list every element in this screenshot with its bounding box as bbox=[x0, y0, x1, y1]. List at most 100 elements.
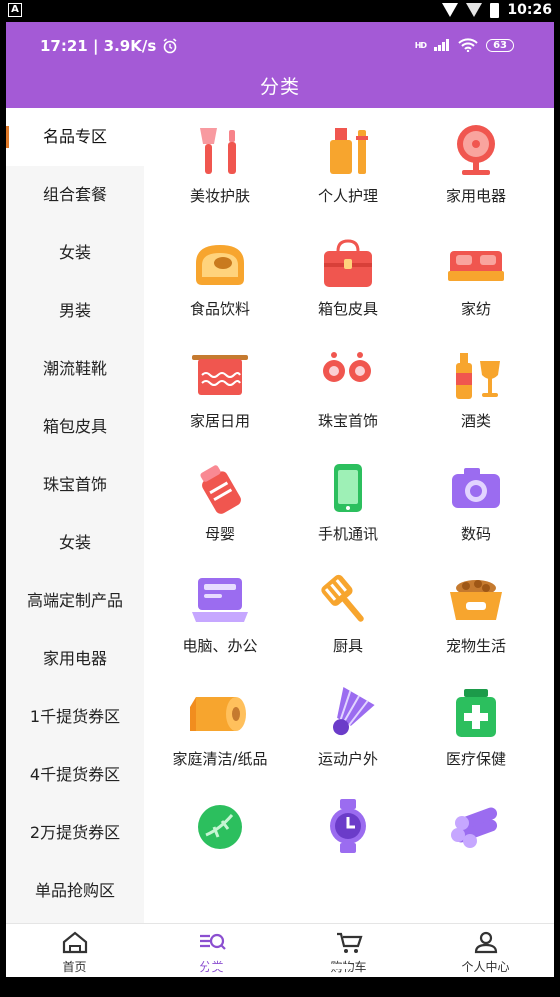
category-label: 家居日用 bbox=[189, 412, 250, 430]
earrings-icon bbox=[316, 347, 380, 403]
handbag-icon bbox=[316, 235, 380, 291]
inner-status-left: 17:21 | 3.9K/s bbox=[40, 37, 178, 55]
category-item[interactable] bbox=[280, 783, 416, 895]
camera-icon bbox=[444, 460, 508, 516]
watch-icon bbox=[316, 797, 380, 853]
category-label: 家庭清洁/纸品 bbox=[172, 749, 268, 768]
category-item[interactable]: 宠物生活 bbox=[408, 558, 544, 670]
home-icon bbox=[61, 930, 89, 954]
makeup-brush-icon bbox=[188, 122, 252, 178]
category-item[interactable]: 珠宝首饰 bbox=[280, 333, 416, 445]
user-icon bbox=[472, 930, 500, 954]
app-header: 17:21 | 3.9K/s HD 63 分类 bbox=[6, 22, 554, 108]
tab-label: 个人中心 bbox=[461, 960, 510, 974]
sidebar-item[interactable]: 4千提货券区 bbox=[6, 746, 144, 804]
signal-icon bbox=[442, 3, 459, 17]
category-label: 医疗保健 bbox=[445, 749, 506, 768]
app-notification-icon: A bbox=[8, 3, 22, 17]
sidebar-item[interactable]: 箱包皮具 bbox=[6, 398, 144, 456]
category-label: 食品饮料 bbox=[189, 299, 250, 318]
wifi-icon bbox=[458, 38, 478, 52]
category-item[interactable] bbox=[408, 783, 544, 895]
category-item[interactable] bbox=[152, 783, 288, 895]
category-label: 运动户外 bbox=[317, 749, 378, 768]
alarm-icon bbox=[163, 38, 177, 54]
category-label: 厨具 bbox=[332, 637, 363, 655]
network-hd-label: HD bbox=[414, 40, 427, 50]
sidebar-item[interactable]: 组合套餐 bbox=[6, 166, 144, 224]
category-item[interactable]: 手机通讯 bbox=[280, 446, 416, 558]
sidebar-item[interactable]: 珠宝首饰 bbox=[6, 456, 144, 514]
page-title: 分类 bbox=[259, 76, 300, 98]
category-icon bbox=[198, 930, 226, 954]
app-screen: 17:21 | 3.9K/s HD 63 分类 名品专区 组合套餐 女装 男装 潮流鞋靴… bbox=[6, 22, 554, 977]
sidebar-item[interactable]: 女装 bbox=[6, 224, 144, 282]
category-label: 手机通讯 bbox=[317, 524, 378, 543]
mobile-phone-icon bbox=[316, 460, 380, 516]
category-item[interactable]: 美妆护肤 bbox=[152, 108, 288, 220]
shuttlecock-icon bbox=[316, 685, 380, 741]
bed-icon bbox=[444, 235, 508, 291]
category-item[interactable]: 运动户外 bbox=[280, 671, 416, 783]
category-label: 个人护理 bbox=[317, 187, 378, 205]
sidebar-item-label: 男装 bbox=[58, 301, 91, 320]
category-label: 酒类 bbox=[460, 412, 491, 430]
sidebar-item-label: 潮流鞋靴 bbox=[42, 359, 107, 378]
category-item[interactable]: 家纺 bbox=[408, 221, 544, 333]
electric-fan-icon bbox=[444, 122, 508, 178]
baby-bottle-icon bbox=[188, 460, 252, 516]
spatula-icon bbox=[316, 572, 380, 628]
category-item[interactable]: 食品饮料 bbox=[152, 221, 288, 333]
paper-roll-icon bbox=[188, 685, 252, 741]
category-sidebar[interactable]: 名品专区 组合套餐 女装 男装 潮流鞋靴 箱包皮具 珠宝首饰 女装 高端定制产品 家用电器 1千提货… bbox=[6, 108, 144, 923]
sidebar-item[interactable]: 潮流鞋靴 bbox=[6, 340, 144, 398]
category-item[interactable]: 数码 bbox=[408, 446, 544, 558]
category-label: 数码 bbox=[460, 524, 491, 543]
sidebar-item-label: 家用电器 bbox=[42, 649, 107, 668]
category-label: 母婴 bbox=[204, 524, 235, 543]
tab-user[interactable]: 个人中心 bbox=[417, 930, 554, 975]
tab-home[interactable]: 首页 bbox=[6, 930, 143, 975]
category-item[interactable]: 医疗保健 bbox=[408, 671, 544, 783]
cart-icon bbox=[335, 930, 363, 954]
battery-level: 63 bbox=[486, 38, 514, 52]
sidebar-item[interactable]: 1千提货券区 bbox=[6, 688, 144, 746]
sidebar-item-label: 1千提货券区 bbox=[29, 707, 121, 726]
category-label: 家用电器 bbox=[445, 187, 506, 205]
category-item[interactable]: 家庭清洁/纸品 bbox=[152, 671, 288, 783]
sidebar-item-label: 名品专区 bbox=[42, 127, 107, 146]
category-label: 宠物生活 bbox=[445, 637, 506, 655]
sidebar-item[interactable]: 名品专区 bbox=[6, 108, 144, 166]
category-item[interactable]: 母婴 bbox=[152, 446, 288, 558]
sidebar-item[interactable]: 高端定制产品 bbox=[6, 572, 144, 630]
sidebar-item[interactable]: 男装 bbox=[6, 282, 144, 340]
sidebar-item[interactable]: 女装 bbox=[6, 514, 144, 572]
sidebar-item[interactable]: 家用电器 bbox=[6, 630, 144, 688]
medicine-box-icon bbox=[444, 685, 508, 741]
signal-bars-icon bbox=[434, 39, 450, 51]
category-item[interactable]: 电脑、办公 bbox=[152, 558, 288, 670]
category-item[interactable]: 家用电器 bbox=[408, 108, 544, 220]
category-item[interactable]: 酒类 bbox=[408, 333, 544, 445]
sidebar-item[interactable]: 2万提货券区 bbox=[6, 804, 144, 862]
category-item[interactable]: 箱包皮具 bbox=[280, 221, 416, 333]
sidebar-item-label: 4千提货券区 bbox=[29, 765, 121, 784]
sidebar-item[interactable]: 单品抢购区 bbox=[6, 862, 144, 920]
category-label: 珠宝首饰 bbox=[317, 412, 378, 430]
category-item[interactable]: 厨具 bbox=[280, 558, 416, 670]
category-item[interactable]: 个人护理 bbox=[280, 108, 416, 220]
category-item[interactable]: 家居日用 bbox=[152, 333, 288, 445]
battery-icon bbox=[490, 2, 500, 18]
toiletries-icon bbox=[316, 122, 380, 178]
wine-icon bbox=[444, 347, 508, 403]
category-label: 美妆护肤 bbox=[189, 187, 250, 205]
gesture-bar[interactable] bbox=[207, 964, 353, 969]
tab-label: 首页 bbox=[62, 960, 87, 974]
sidebar-item-label: 箱包皮具 bbox=[42, 417, 107, 436]
category-label: 电脑、办公 bbox=[182, 637, 258, 655]
sidebar-item-label: 单品抢购区 bbox=[34, 881, 115, 900]
category-grid[interactable]: 美妆护肤 个人护理 家用电器食品饮料 箱包皮具 家纺家居日用 珠宝首饰 酒类母婴 手机通讯 数码… bbox=[144, 108, 554, 923]
sidebar-item-label: 女装 bbox=[58, 243, 91, 262]
pet-bowl-icon bbox=[444, 572, 508, 628]
towel-icon bbox=[188, 347, 252, 403]
